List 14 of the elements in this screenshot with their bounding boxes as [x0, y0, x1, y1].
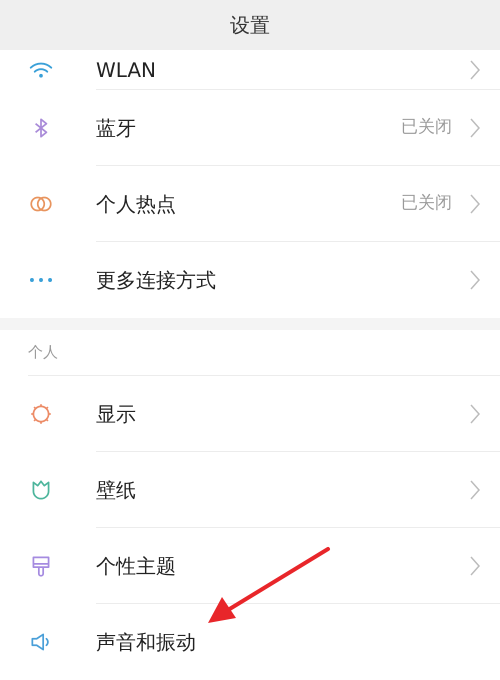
item-label: 个人热点 — [96, 190, 177, 218]
item-label: 显示 — [96, 400, 137, 428]
item-label: WLAN — [96, 56, 158, 84]
section-title: 个人 — [28, 342, 58, 364]
page-title: 设置 — [230, 12, 270, 39]
item-label: 个性主题 — [96, 552, 177, 580]
item-label: 壁纸 — [96, 476, 137, 504]
item-label: 声音和振动 — [96, 629, 197, 656]
item-status: 已关闭 — [401, 192, 452, 215]
item-label: 蓝牙 — [96, 114, 137, 142]
item-status: 已关闭 — [401, 116, 452, 139]
item-label: 更多连接方式 — [96, 267, 217, 294]
wifi-icon — [29, 62, 53, 78]
more-icon — [30, 278, 52, 282]
